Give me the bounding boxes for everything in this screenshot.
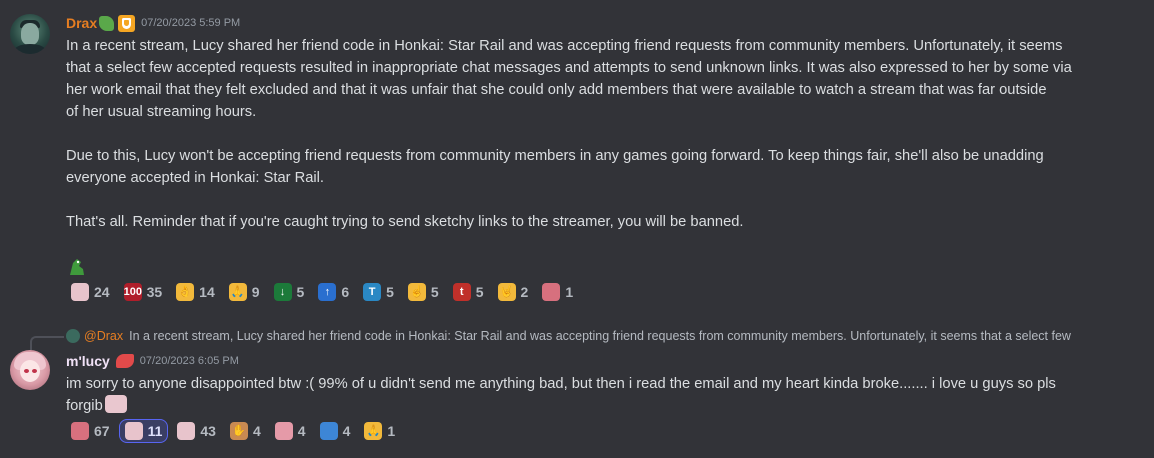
reaction-count: 4 [342,423,351,439]
blush-kitty-emoji [177,422,196,440]
body-line: im sorry to anyone disappointed btw :( 9… [66,376,1056,392]
rock-on-emoji: 🤘 [497,283,516,301]
body-line: In a recent stream, Lucy shared her frie… [66,38,1063,54]
reaction-count: 6 [341,284,350,300]
hundred-emoji: 100 [123,283,142,301]
body-line: That's all. Reminder that if you're caug… [66,214,744,230]
reaction-button[interactable]: ✋ 4 [225,419,266,443]
dragon-emoji [70,259,84,275]
reaction-count: 35 [146,284,163,300]
message-body: im sorry to anyone disappointed btw :( 9… [66,373,1056,417]
reaction-button[interactable]: 🙏 1 [359,419,400,443]
reaction-count: 1 [565,284,574,300]
hands-emoji: ✋ [229,422,248,440]
avatar-eye [24,369,29,373]
kitty-heart-emoji [71,422,89,440]
body-line: of her usual streaming hours. [66,104,257,120]
reactions-bar: 24 100 35 👌 14 🙏 9 ↓ 5 ↑ 6 T 5 ☝ 5 t 5 🤘 2 1 [66,280,578,304]
point-up-emoji: ☝ [407,283,426,301]
drax-avatar[interactable] [10,14,50,54]
ok-hand-emoji: 👌 [176,283,195,301]
reaction-button[interactable]: T5 [358,280,399,304]
this-tbh-emoji: t [452,283,471,301]
dragon-icon [99,15,115,31]
reaction-button[interactable]: 100 35 [119,280,168,304]
pink-kitty-emoji [274,422,293,440]
reaction-count: 1 [387,423,396,439]
message-header: Drax 07/20/2023 5:59 PM [66,13,240,33]
reaction-count: 24 [94,284,110,300]
reaction-count: 2 [520,284,529,300]
down-this-emoji: ↓ [273,283,292,301]
message-body: In a recent stream, Lucy shared her frie… [66,35,1072,233]
cry-kitty-emoji [124,422,143,440]
avatar-face [21,23,39,45]
reply-mention[interactable]: @Drax [84,329,123,343]
avatar-eye [32,369,37,373]
reaction-button[interactable]: 🙏 9 [224,280,265,304]
timestamp[interactable]: 07/20/2023 5:59 PM [141,17,240,29]
reaction-count: 5 [430,284,439,300]
reaction-count: 5 [386,284,394,300]
message-header: m'lucy 07/20/2023 6:05 PM [66,351,239,371]
reply-connector [30,336,64,350]
role-icon [115,354,134,368]
reaction-button[interactable]: 4 [315,419,356,443]
moderator-shield-icon[interactable] [118,14,136,32]
reaction-button[interactable]: 4 [270,419,311,443]
lucy-avatar[interactable] [10,350,50,390]
reaction-button[interactable]: ↑ 6 [313,280,354,304]
reaction-button[interactable]: 43 [172,419,221,443]
reply-avatar [66,329,80,343]
timestamp[interactable]: 07/20/2023 6:05 PM [140,355,239,367]
author-name[interactable]: Drax [66,15,97,31]
pray-emoji: 🙏 [364,422,383,440]
reaction-count: 67 [94,423,110,439]
reaction-button[interactable]: 67 [66,419,115,443]
crying-kitty-emoji [104,395,127,413]
reaction-count: 9 [251,284,260,300]
reactions-bar: 67 11 43 ✋ 4 4 4 🙏 1 [66,419,400,443]
kitty-emoji [71,283,89,301]
reaction-count: 5 [475,284,484,300]
up-this-emoji: ↑ [318,283,337,301]
body-line: her work email that they felt excluded a… [66,82,1047,98]
reaction-count: 4 [297,423,306,439]
reply-text[interactable]: In a recent stream, Lucy shared her frie… [129,329,1071,343]
reaction-button[interactable]: 11 [118,419,169,443]
body-line: everyone accepted in Honkai: Star Rail. [66,170,324,186]
avatar-face [20,360,40,382]
reaction-count: 11 [147,423,163,439]
reaction-count: 43 [200,423,216,439]
reaction-button[interactable]: ↓ 5 [269,280,310,304]
avatar-shirt [14,44,46,54]
body-line: forgib [66,398,103,414]
reaction-count: 5 [296,284,305,300]
reaction-button[interactable]: 👌 14 [171,280,220,304]
reply-preview[interactable]: @Drax In a recent stream, Lucy shared he… [66,329,1120,343]
reaction-button[interactable]: 🤘 2 [493,280,534,304]
heart-kitty-emoji [542,283,561,301]
reaction-count: 4 [252,423,261,439]
body-line: Due to this, Lucy won't be accepting fri… [66,148,1044,164]
reaction-button[interactable]: ☝ 5 [403,280,444,304]
blue-hug-emoji [319,422,338,440]
reaction-button[interactable]: 1 [537,280,578,304]
pray-emoji: 🙏 [228,283,247,301]
tnis-emoji: T [363,283,382,301]
reaction-count: 14 [199,284,215,300]
author-name[interactable]: m'lucy [66,353,110,369]
reaction-button[interactable]: 24 [66,280,115,304]
reaction-button[interactable]: t5 [448,280,489,304]
body-line: that a select few accepted requests resu… [66,60,1072,76]
